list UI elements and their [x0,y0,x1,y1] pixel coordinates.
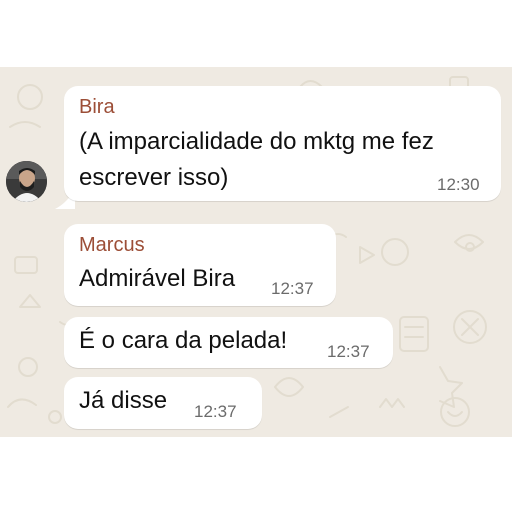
message-text-line: escrever isso) [79,164,229,191]
message-text-line: (A imparcialidade do mktg me fez [79,128,434,155]
avatar[interactable] [6,161,47,202]
sender-name[interactable]: Bira [79,96,115,119]
message-bubble[interactable]: Marcus Admirável Bira 12:37 [64,224,336,306]
message-timestamp: 12:30 [437,175,480,194]
message-bubble[interactable]: É o cara da pelada! 12:37 [64,317,393,368]
sender-name[interactable]: Marcus [79,234,145,257]
chat-area[interactable]: Bira (A imparcialidade do mktg me fez es… [0,67,512,437]
screenshot-page: Bira (A imparcialidade do mktg me fez es… [0,0,512,512]
message-text: Admirável Bira [79,265,236,292]
message-bubble[interactable]: Bira (A imparcialidade do mktg me fez es… [64,86,501,201]
message-text: É o cara da pelada! [79,327,288,354]
message-timestamp: 12:37 [194,402,237,421]
message-bubble[interactable]: Já disse 12:37 [64,377,262,429]
message-text: Já disse [79,387,168,414]
avatar-photo [6,161,47,202]
message-timestamp: 12:37 [271,279,314,298]
message-timestamp: 12:37 [327,342,370,361]
